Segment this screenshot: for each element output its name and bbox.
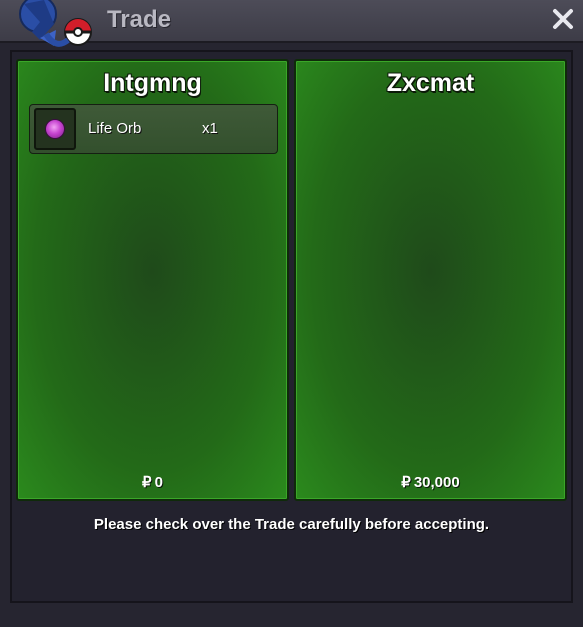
close-icon[interactable] (551, 7, 575, 31)
title-bar[interactable]: Trade (0, 0, 583, 47)
offer-item-row[interactable]: Life Orb x1 (29, 104, 278, 154)
partner-money-offer: ₽30,000 (296, 473, 565, 491)
trade-warning-text: Please check over the Trade carefully be… (93, 516, 490, 533)
life-orb-icon (46, 120, 64, 138)
my-offer-panel: Intgmng Life Orb x1 ₽0 (16, 59, 289, 501)
window-title: Trade (107, 6, 172, 33)
item-quantity: x1 (202, 120, 218, 137)
pokeball-logo-icon (19, 0, 92, 47)
partner-money-value: 30,000 (413, 474, 460, 491)
item-name: Life Orb (88, 120, 142, 137)
partner-trainer-name: Zxcmat (386, 69, 475, 97)
pokedollar-icon: ₽ (401, 474, 411, 491)
trade-window: Trade Intgmng Life Orb x1 ₽0 Zxcmat ₽30,… (0, 0, 583, 627)
partner-offer-panel: Zxcmat ₽30,000 (294, 59, 567, 501)
pokedollar-icon: ₽ (142, 474, 152, 491)
my-money-value: 0 (154, 474, 163, 491)
my-money-offer: ₽0 (18, 473, 287, 491)
item-icon-slot (34, 108, 76, 150)
my-trainer-name: Intgmng (103, 69, 202, 97)
